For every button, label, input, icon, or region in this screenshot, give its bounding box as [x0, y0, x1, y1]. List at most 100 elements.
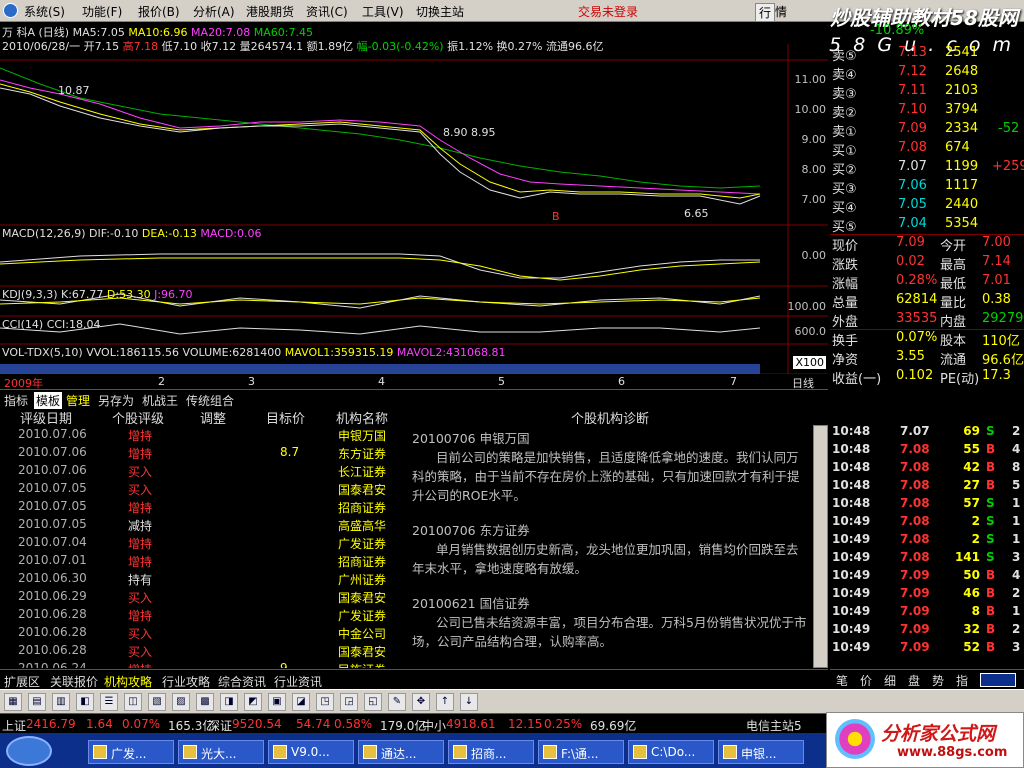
zx-value: 4918.61: [446, 717, 496, 731]
btab-related[interactable]: 关联报价: [50, 673, 98, 690]
menu-system[interactable]: 系统(S): [24, 3, 65, 20]
taskbar-item[interactable]: F:\通...: [538, 740, 624, 764]
rtab-0[interactable]: 笔: [836, 672, 848, 689]
sell-row[interactable]: 卖⑤ 7.13 2541: [830, 44, 1024, 64]
menu-switch-server[interactable]: 切换主站: [416, 3, 464, 20]
table-row[interactable]: 2010.07.05 买入 国泰君安: [0, 479, 405, 497]
table-row[interactable]: 2010.07.04 增持 广发证券: [0, 533, 405, 551]
toolbar-button-icon[interactable]: ✥: [412, 693, 430, 711]
menu-analysis[interactable]: 分析(A): [193, 3, 235, 20]
toolbar-button-icon[interactable]: ▩: [196, 693, 214, 711]
sell-price: 7.09: [898, 121, 927, 136]
taskbar-item[interactable]: 申银...: [718, 740, 804, 764]
buy-price: 7.08: [898, 140, 927, 155]
row-rating: 买入: [128, 645, 153, 659]
toolbar-button-icon[interactable]: ▣: [268, 693, 286, 711]
trade-login-status[interactable]: 交易未登录: [578, 3, 638, 20]
table-row[interactable]: 2010.06.24 增持 9 民族证券: [0, 659, 405, 668]
macd-value: MACD:0.06: [200, 227, 262, 240]
btab-industry[interactable]: 行业攻略: [162, 673, 210, 690]
stat-value: 7.14: [982, 254, 1011, 269]
menu-info[interactable]: 资讯(C): [306, 3, 348, 20]
table-row[interactable]: 2010.06.28 买入 国泰君安: [0, 641, 405, 659]
toolbar-button-icon[interactable]: ▦: [4, 693, 22, 711]
toolbar-button-icon[interactable]: ◩: [244, 693, 262, 711]
btab-industry-news[interactable]: 行业资讯: [274, 673, 322, 690]
table-row[interactable]: 2010.07.01 增持 招商证券: [0, 551, 405, 569]
sell-row[interactable]: 卖② 7.10 3794: [830, 101, 1024, 121]
tab-quote-2[interactable]: 情: [775, 3, 787, 20]
table-row[interactable]: 2010.07.05 减持 高盛高华: [0, 515, 405, 533]
buy-label: 买②: [832, 163, 857, 178]
stat-label: 总量: [832, 296, 859, 311]
start-button[interactable]: [6, 736, 52, 766]
rtab-1[interactable]: 价: [860, 672, 872, 689]
rtab-4[interactable]: 势: [932, 672, 944, 689]
toolbar-button-icon[interactable]: ◲: [340, 693, 358, 711]
buy-row[interactable]: 买③ 7.06 1117: [830, 177, 1024, 197]
taskbar-item[interactable]: 光大...: [178, 740, 264, 764]
server-station[interactable]: 电信主站5: [746, 717, 802, 734]
tick-row: 10:48 7.08 55 B 4: [830, 441, 1024, 459]
table-row[interactable]: 2010.07.06 买入 长江证券: [0, 461, 405, 479]
toolbar-button-icon[interactable]: ✎: [388, 693, 406, 711]
price-label-10: 10.00: [794, 103, 827, 116]
toolbar-button-icon[interactable]: ◨: [220, 693, 238, 711]
stat-value: 7.01: [982, 273, 1011, 288]
toolbar-button-icon[interactable]: ▨: [172, 693, 190, 711]
sell-row[interactable]: 卖① 7.09 2334 -52: [830, 120, 1024, 140]
rtab-2[interactable]: 细: [884, 672, 896, 689]
rtab-3[interactable]: 盘: [908, 672, 920, 689]
toolbar-button-icon[interactable]: ◳: [316, 693, 334, 711]
toolbar-button-icon[interactable]: ↓: [460, 693, 478, 711]
buy-row[interactable]: 买④ 7.05 2440: [830, 196, 1024, 216]
btab-news[interactable]: 综合资讯: [218, 673, 266, 690]
taskbar-item[interactable]: 招商...: [448, 740, 534, 764]
buy-label: 买①: [832, 144, 857, 159]
btab-org[interactable]: 机构攻略: [104, 673, 152, 690]
zx-amount: 69.69亿: [590, 719, 637, 733]
table-row[interactable]: 2010.06.28 买入 中金公司: [0, 623, 405, 641]
taskbar-item[interactable]: 通达...: [358, 740, 444, 764]
buy-row[interactable]: 买⑤ 7.04 5354: [830, 215, 1024, 235]
menu-tools[interactable]: 工具(V): [362, 3, 404, 20]
toolbar-button-icon[interactable]: ◪: [292, 693, 310, 711]
table-row[interactable]: 2010.06.30 持有 广州证券: [0, 569, 405, 587]
stat-value: 33535: [896, 311, 938, 326]
taskbar-item[interactable]: 广发...: [88, 740, 174, 764]
taskbar-item[interactable]: V9.0...: [268, 740, 354, 764]
table-row[interactable]: 2010.06.28 增持 广发证券: [0, 605, 405, 623]
toolbar-button-icon[interactable]: ◫: [124, 693, 142, 711]
toolbar-button-icon[interactable]: ☰: [100, 693, 118, 711]
buy-row[interactable]: 买② 7.07 1199 +259: [830, 158, 1024, 178]
menu-quote[interactable]: 报价(B): [138, 3, 180, 20]
rtab-5[interactable]: 指: [956, 672, 968, 689]
stat-value: 17.3: [982, 368, 1011, 383]
toolbar-button-icon[interactable]: ◱: [364, 693, 382, 711]
kline-chart-panel[interactable]: 万 科A (日线) MA5:7.05 MA10:6.96 MA20:7.08 M…: [0, 22, 828, 390]
menu-hk-futures[interactable]: 港股期货: [246, 3, 294, 20]
taskbar-item[interactable]: C:\Do...: [628, 740, 714, 764]
stat-value: 0.38: [982, 292, 1011, 307]
buy-row[interactable]: 买① 7.08 674: [830, 139, 1024, 159]
stat-label: PE(动): [940, 372, 980, 387]
toolbar-button-icon[interactable]: ◧: [76, 693, 94, 711]
table-row[interactable]: 2010.07.06 增持 申银万国: [0, 425, 405, 443]
stat-value: 7.00: [982, 235, 1011, 250]
diagnosis-scrollbar[interactable]: [813, 425, 828, 668]
tick-direction: B: [986, 640, 996, 654]
table-row[interactable]: 2010.06.29 买入 国泰君安: [0, 587, 405, 605]
toolbar-button-icon[interactable]: ↑: [436, 693, 454, 711]
tick-price: 7.08: [900, 496, 930, 510]
toolbar-button-icon[interactable]: ▤: [28, 693, 46, 711]
sell-row[interactable]: 卖④ 7.12 2648: [830, 63, 1024, 83]
btab-ext[interactable]: 扩展区: [4, 673, 40, 690]
toolbar-button-icon[interactable]: ▧: [148, 693, 166, 711]
sell-row[interactable]: 卖③ 7.11 2103: [830, 82, 1024, 102]
menu-function[interactable]: 功能(F): [82, 3, 122, 20]
toolbar-button-icon[interactable]: ▥: [52, 693, 70, 711]
tab-quote-1[interactable]: 行: [755, 3, 776, 22]
table-row[interactable]: 2010.07.05 增持 招商证券: [0, 497, 405, 515]
taskbar-label: 广发...: [111, 747, 147, 761]
table-row[interactable]: 2010.07.06 增持 8.7 东方证券: [0, 443, 405, 461]
